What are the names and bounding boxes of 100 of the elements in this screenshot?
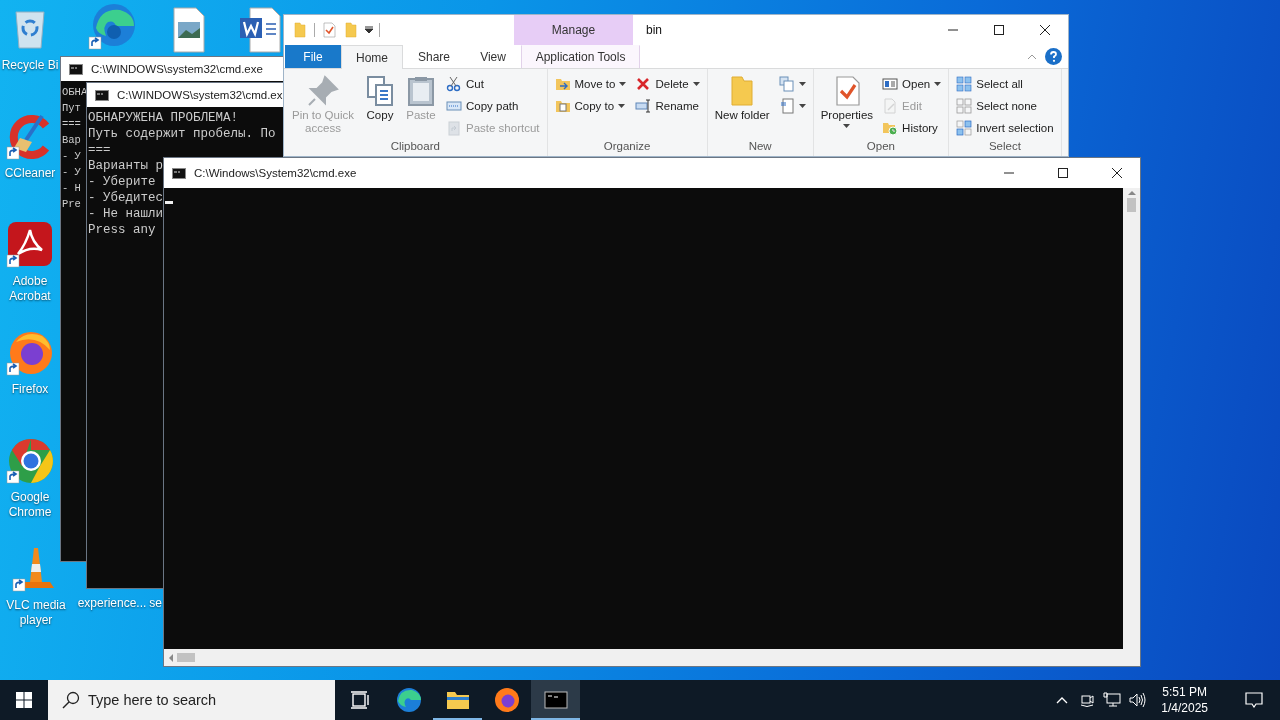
console-line: - У — [62, 149, 81, 164]
folder-icon — [292, 22, 308, 38]
maximize-icon — [994, 25, 1004, 35]
caret-icon — [619, 82, 627, 86]
console-line: ОБНАРУЖЕНА ПРОБЛЕМА! — [88, 110, 239, 126]
chrome-icon[interactable] — [6, 436, 54, 484]
customize-toolbar-icon[interactable] — [365, 26, 373, 34]
folder-arrow-icon — [554, 76, 571, 92]
context-tab-header: Manage — [514, 15, 633, 45]
taskbar-app-button[interactable] — [531, 680, 580, 720]
ribbon-button[interactable]: Properties — [817, 73, 877, 130]
clipboard-icon — [446, 120, 462, 136]
ribbon-button[interactable]: Cut — [443, 73, 543, 95]
properties-icon — [321, 22, 337, 38]
ribbon-button[interactable]: History — [879, 117, 945, 139]
chevron-up-icon — [1056, 696, 1069, 704]
ribbon-button[interactable]: Select all — [953, 73, 1057, 95]
window-title: C:\WINDOWS\system32\cmd.exe — [91, 63, 264, 75]
caret-icon — [618, 104, 626, 108]
network-icon[interactable] — [1103, 692, 1122, 708]
console-line: Путь содержит пробелы. По — [88, 126, 276, 142]
ribbon-tab[interactable]: Application Tools — [521, 45, 641, 68]
caret-icon — [843, 124, 851, 128]
camera-icon[interactable] — [1079, 692, 1096, 708]
clock[interactable]: 5:51 PM 1/4/2025 — [1155, 684, 1214, 716]
console-line: Press any — [88, 222, 156, 238]
ribbon-tab[interactable]: View — [465, 45, 522, 68]
ribbon-button[interactable]: Copy path — [443, 95, 543, 117]
select-all-icon — [956, 76, 973, 92]
group-label: Organize — [602, 140, 652, 154]
console-line: - Н — [62, 181, 81, 196]
console-icon — [172, 167, 186, 179]
ribbon-tab[interactable]: Share — [403, 45, 466, 68]
console-line: - У — [62, 165, 81, 180]
folder-icon — [343, 22, 359, 38]
group-label: Clipboard — [389, 140, 441, 154]
scrollbar-thumb[interactable] — [1127, 198, 1136, 212]
edge-icon[interactable] — [88, 2, 136, 50]
caret-icon — [692, 82, 700, 86]
scroll-up-icon[interactable] — [1127, 190, 1136, 195]
history-icon — [882, 120, 899, 136]
ribbon-tab[interactable]: Home — [341, 45, 403, 69]
console-line: - Не нашли — [88, 206, 163, 222]
acrobat-icon[interactable] — [6, 220, 54, 268]
ribbon-button[interactable]: Delete — [632, 73, 703, 95]
window-title: bin — [645, 22, 663, 39]
console-icon — [95, 89, 109, 101]
ribbon-button[interactable]: Copy to — [551, 95, 630, 117]
vertical-scrollbar[interactable] — [1123, 188, 1140, 649]
maximize-icon — [1058, 168, 1068, 178]
edit-icon — [882, 98, 899, 114]
horizontal-scrollbar[interactable] — [164, 649, 1140, 666]
ribbon-button[interactable]: Move to — [551, 73, 630, 95]
folder-document-icon — [554, 98, 571, 114]
pushpin-icon — [307, 75, 339, 107]
scroll-left-icon[interactable] — [168, 653, 173, 662]
scrollbar-thumb[interactable] — [177, 653, 195, 662]
console-line: Варианты р — [88, 158, 163, 174]
console-line: Пут — [62, 101, 81, 116]
path-icon — [446, 98, 462, 114]
ribbon-button[interactable]: Select none — [953, 95, 1057, 117]
group-label: Open — [865, 140, 896, 154]
firefox-icon — [493, 687, 520, 713]
window-title: C:\Windows\System32\cmd.exe — [194, 167, 358, 179]
console-line: - Убедитес — [88, 190, 163, 206]
invert-selection-icon — [956, 120, 973, 136]
caret-icon — [798, 82, 806, 86]
console-line: === — [88, 142, 111, 158]
ribbon-button[interactable]: New folder — [711, 73, 773, 124]
scissors-icon — [446, 76, 462, 92]
group-label: Select — [987, 140, 1022, 154]
console-line: === — [62, 117, 81, 132]
console-icon — [69, 63, 83, 75]
window-title: C:\WINDOWS\system32\cmd.ex — [117, 89, 284, 101]
documents-icon — [364, 75, 396, 107]
ribbon-button[interactable]: Open — [879, 73, 945, 95]
ribbon-button[interactable]: Copy — [361, 73, 399, 124]
ribbon-tab[interactable]: File — [285, 45, 341, 68]
search-icon — [62, 691, 80, 709]
document-icon — [778, 98, 795, 114]
window-icon — [882, 76, 899, 92]
ribbon-button[interactable]: Rename — [632, 95, 703, 117]
clipboard-icon — [405, 75, 437, 107]
console-line: ОБНА — [62, 85, 88, 100]
caret-icon — [934, 82, 942, 86]
search-field[interactable]: Type here to search — [48, 680, 335, 720]
close-icon — [1112, 168, 1122, 178]
help-icon[interactable] — [1045, 48, 1062, 65]
console-line: Pre — [62, 197, 81, 212]
ribbon-button[interactable]: Invert selection — [953, 117, 1057, 139]
console-line: - Уберите — [88, 174, 156, 190]
new-item-icon — [778, 76, 795, 92]
select-none-icon — [956, 98, 973, 114]
chevron-up-icon[interactable] — [1027, 53, 1037, 60]
notification-icon — [1245, 692, 1263, 708]
windows-logo-icon — [16, 692, 32, 708]
speaker-icon[interactable] — [1129, 692, 1148, 708]
close-icon — [1040, 25, 1050, 35]
rename-icon — [635, 98, 652, 114]
console-line: Вар — [62, 133, 81, 148]
